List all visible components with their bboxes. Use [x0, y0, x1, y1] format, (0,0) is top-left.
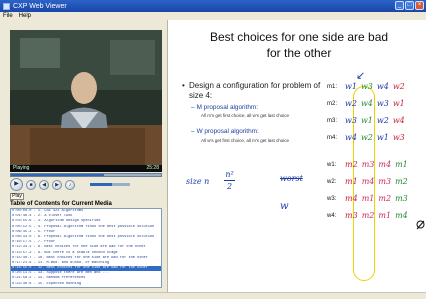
pref-entry: w3: [392, 133, 405, 142]
pref-entry: m2: [378, 194, 392, 203]
maximize-button[interactable]: □: [405, 1, 414, 10]
pref-entry: w4: [376, 82, 389, 91]
toc-title: Table of Contents for Current Media: [10, 201, 112, 207]
men-pref-row: m1: w1 w3 w4 w2: [327, 82, 405, 91]
annotation-size: size n: [186, 177, 210, 186]
women-pref-row: w3: m4 m1 m2 m3: [327, 194, 408, 203]
main-bullet-text: Design a configuration for problem of si…: [189, 81, 321, 100]
pref-entry: m1: [395, 160, 408, 169]
pref-entry: w1: [376, 133, 389, 142]
pref-entry: m4: [345, 194, 358, 203]
menu-help[interactable]: Help: [19, 12, 31, 20]
toc-item[interactable]: 0:05:12.5 - 4. Proposal Algorithm finds …: [11, 225, 161, 230]
play-pause-button[interactable]: ▶: [10, 178, 23, 191]
lecturer-video-image: [10, 30, 162, 165]
pref-entry: m3: [378, 177, 392, 186]
pref-entry: w3: [360, 82, 373, 91]
sub-bullet-w-label: W proposal algorithm:: [196, 128, 259, 135]
annotation-denominator: 2: [226, 182, 233, 191]
toc-item[interactable]: 0:25:02.8 - 16. Expected M-rank: [11, 287, 161, 288]
pref-entry: m1: [378, 211, 392, 220]
sub-bullet-w: – W proposal algorithm:: [191, 128, 259, 135]
pref-entry: w3: [345, 116, 357, 125]
slide-title-line2: for the other: [266, 46, 332, 60]
sub-bullet-m-label: M proposal algorithm:: [196, 104, 259, 111]
close-button[interactable]: ×: [415, 1, 424, 10]
seek-bar[interactable]: [10, 173, 162, 177]
player-time: 25:28: [146, 165, 159, 171]
play-button[interactable]: Play: [10, 193, 24, 200]
pref-entry: m3: [345, 211, 358, 220]
pref-row-label: w1:: [327, 161, 337, 168]
window-title: CXP Web Viewer: [13, 2, 67, 10]
women-pref-row: w2: m1 m4 m3 m2: [327, 177, 408, 186]
seek-fill: [11, 174, 104, 176]
pref-entry: w3: [376, 99, 389, 108]
pref-row-label: m3:: [327, 117, 338, 124]
pref-entry: w2: [392, 82, 405, 91]
pref-entry: m2: [345, 160, 358, 169]
pref-entry: m2: [361, 211, 375, 220]
annotation-fraction: n² 2: [224, 170, 235, 191]
menu-file[interactable]: File: [3, 12, 13, 20]
forward-button[interactable]: ▶: [52, 179, 62, 190]
video-frame[interactable]: [10, 30, 162, 165]
pref-entry: m4: [361, 177, 375, 186]
pref-entry: w1: [392, 99, 405, 108]
pref-entry: w2: [360, 133, 373, 142]
women-pref-row: w4: m3 m2 m1 m4: [327, 211, 408, 220]
pref-entry: w2: [376, 116, 389, 125]
pref-row-label: m1:: [327, 83, 338, 90]
stop-button[interactable]: ■: [26, 179, 36, 190]
pref-entry: m2: [395, 177, 408, 186]
left-panel: Playing 25:28 ▶ ■ ◀ ▶ ♪ Play Table of Co…: [0, 20, 168, 292]
pref-entry: w4: [392, 116, 405, 125]
player-status-bar: Playing 25:28: [10, 165, 162, 172]
volume-fill: [90, 183, 112, 186]
pref-entry: m1: [361, 194, 375, 203]
app-icon: [3, 2, 10, 10]
player-controls: ▶ ■ ◀ ▶ ♪: [10, 178, 162, 191]
slide-title-line1: Best choices for one side are bad: [209, 30, 389, 44]
annotation-arrow: ↙: [356, 70, 366, 82]
title-bar: CXP Web Viewer _ □ ×: [0, 0, 426, 12]
men-pref-row: m2: w2 w4 w3 w1: [327, 99, 405, 108]
mute-button[interactable]: ♪: [65, 179, 75, 190]
pref-entry: w1: [345, 82, 357, 91]
pref-entry: w2: [345, 99, 357, 108]
pref-entry: w1: [360, 116, 373, 125]
pref-entry: m1: [345, 177, 358, 186]
slide-panel: Best choices for one side are bad for th…: [172, 20, 426, 292]
men-pref-row: m3: w3 w1 w2 w4: [327, 116, 405, 125]
pref-row-label: w3:: [327, 195, 337, 202]
sub-bullet-m-text: All m's get first choice, all w's get la…: [201, 113, 290, 118]
volume-slider[interactable]: [90, 183, 130, 186]
pref-row-label: w2:: [327, 178, 337, 185]
sub-bullet-w-text: All w's get first choice, all m's get la…: [201, 138, 290, 143]
pref-entry: w4: [345, 133, 357, 142]
player-state: Playing: [13, 165, 30, 171]
pref-row-label: m2:: [327, 100, 338, 107]
pref-entry: w4: [360, 99, 373, 108]
pref-entry: m3: [361, 160, 375, 169]
pref-entry: m4: [378, 160, 392, 169]
annotation-w: w: [280, 201, 289, 212]
toc-item[interactable]: 0:12:34.1 - 8. Best choices for one side…: [11, 245, 161, 250]
status-bar: [0, 292, 426, 299]
pref-entry: m3: [395, 194, 408, 203]
pref-entry: m4: [395, 211, 408, 220]
main-bullet: • Design a configuration for problem of …: [182, 81, 321, 100]
sub-bullet-m: – M proposal algorithm:: [191, 104, 259, 111]
annotation-strikethrough: worst: [280, 174, 303, 183]
men-pref-row: m4: w4 w2 w1 w3: [327, 133, 405, 142]
pref-row-label: m4:: [327, 134, 338, 141]
menu-bar: File Help: [0, 12, 426, 20]
minimize-button[interactable]: _: [395, 1, 404, 10]
pref-row-label: w4:: [327, 212, 337, 219]
women-pref-row: w1: m2 m3 m4 m1: [327, 160, 408, 169]
annotation-numerator: n²: [225, 170, 234, 179]
rewind-button[interactable]: ◀: [39, 179, 49, 190]
pen-cursor-icon: [416, 220, 425, 230]
toc-list[interactable]: 0:00:00.0 - 1. CSE 421 Algorithms 0:01:46…: [10, 208, 162, 288]
